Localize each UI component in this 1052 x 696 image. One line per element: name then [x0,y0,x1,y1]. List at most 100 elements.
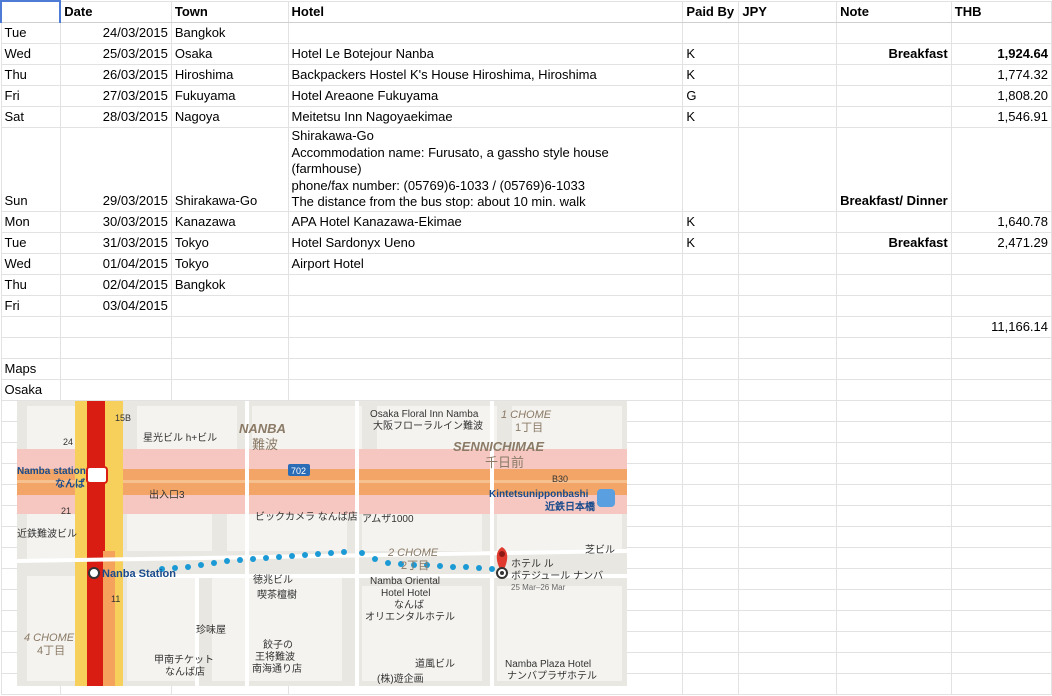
header-note[interactable]: Note [836,0,952,23]
empty-cell[interactable] [682,315,740,338]
empty-cell[interactable] [682,567,740,590]
paid-by-cell[interactable] [682,22,740,44]
empty-cell[interactable] [682,504,740,527]
hotel-cell[interactable]: APA Hotel Kanazawa-Ekimae [287,210,684,233]
town-cell[interactable]: Bangkok [170,273,289,296]
empty-cell[interactable] [950,609,1052,632]
town-cell[interactable]: Kanazawa [170,210,289,233]
header-hotel[interactable]: Hotel [287,0,684,23]
empty-cell[interactable] [59,336,172,359]
empty-cell[interactable] [738,483,838,506]
day-cell[interactable]: Mon [0,210,61,233]
empty-cell[interactable] [836,336,952,359]
paid-by-cell[interactable]: K [682,106,740,128]
note-cell[interactable] [836,106,952,128]
empty-cell[interactable] [170,315,289,338]
hotel-cell[interactable]: Airport Hotel [287,252,684,275]
empty-cell[interactable] [950,483,1052,506]
empty-cell[interactable] [950,588,1052,611]
osaka-map-image[interactable]: Osaka Floral Inn Namba 大阪フローラルイン難波 1 CHO… [17,401,627,686]
thb-cell[interactable] [950,273,1052,296]
town-cell[interactable]: Osaka [170,43,289,65]
day-cell[interactable]: Wed [0,43,61,65]
town-cell[interactable]: Hiroshima [170,64,289,86]
empty-cell[interactable] [738,399,838,422]
date-cell[interactable]: 31/03/2015 [59,231,172,254]
note-cell[interactable] [836,85,952,107]
empty-cell[interactable] [836,420,952,443]
day-cell[interactable]: Sun [0,127,61,212]
osaka-label-cell[interactable]: Osaka [0,378,61,401]
note-cell[interactable] [836,273,952,296]
jpy-cell[interactable] [738,22,838,44]
empty-cell[interactable] [950,399,1052,422]
empty-cell[interactable] [682,630,740,653]
empty-cell[interactable] [682,378,740,401]
date-cell[interactable]: 24/03/2015 [59,22,172,44]
thb-cell[interactable]: 1,924.64 [950,43,1052,65]
empty-cell[interactable] [836,567,952,590]
selected-cell[interactable] [0,0,62,23]
empty-cell[interactable] [170,378,289,401]
empty-cell[interactable] [836,588,952,611]
town-cell[interactable]: Nagoya [170,106,289,128]
jpy-cell[interactable] [738,106,838,128]
header-paid-by[interactable]: Paid By [682,0,740,23]
day-cell[interactable]: Thu [0,64,61,86]
day-cell[interactable]: Wed [0,252,61,275]
day-cell[interactable]: Tue [0,22,61,44]
paid-by-cell[interactable]: K [682,43,740,65]
empty-cell[interactable] [738,441,838,464]
note-cell[interactable]: Breakfast [836,43,952,65]
empty-cell[interactable] [738,567,838,590]
empty-cell[interactable] [836,504,952,527]
empty-cell[interactable] [738,630,838,653]
empty-cell[interactable] [738,336,838,359]
empty-cell[interactable] [738,588,838,611]
maps-label-cell[interactable]: Maps [0,357,61,380]
jpy-cell[interactable] [738,43,838,65]
date-cell[interactable]: 01/04/2015 [59,252,172,275]
header-thb[interactable]: THB [950,0,1052,23]
total-thb-cell[interactable]: 11,166.14 [950,315,1052,338]
paid-by-cell[interactable] [682,252,740,275]
empty-cell[interactable] [836,378,952,401]
empty-cell[interactable] [738,504,838,527]
empty-cell[interactable] [682,420,740,443]
paid-by-cell[interactable]: G [682,85,740,107]
note-cell[interactable] [836,64,952,86]
empty-cell[interactable] [287,336,684,359]
empty-cell[interactable] [950,441,1052,464]
empty-cell[interactable] [950,420,1052,443]
empty-cell[interactable] [738,315,838,338]
empty-cell[interactable] [836,546,952,569]
thb-cell[interactable] [950,252,1052,275]
empty-cell[interactable] [287,378,684,401]
empty-cell[interactable] [836,315,952,338]
empty-cell[interactable] [738,672,838,695]
empty-cell[interactable] [170,357,289,380]
empty-cell[interactable] [287,315,684,338]
jpy-cell[interactable] [738,210,838,233]
empty-cell[interactable] [836,651,952,674]
empty-cell[interactable] [950,672,1052,695]
empty-cell[interactable] [950,462,1052,485]
header-jpy[interactable]: JPY [738,0,838,23]
hotel-cell[interactable] [287,273,684,296]
day-cell[interactable]: Fri [0,85,61,107]
paid-by-cell[interactable] [682,273,740,296]
town-cell[interactable]: Shirakawa-Go [170,127,289,212]
note-cell[interactable]: Breakfast [836,231,952,254]
hotel-cell[interactable]: Hotel Areaone Fukuyama [287,85,684,107]
town-cell[interactable]: Bangkok [170,22,289,44]
empty-cell[interactable] [836,483,952,506]
empty-cell[interactable] [682,546,740,569]
thb-cell[interactable] [950,127,1052,212]
town-cell[interactable]: Tokyo [170,252,289,275]
empty-cell[interactable] [950,378,1052,401]
empty-cell[interactable] [682,672,740,695]
jpy-cell[interactable] [738,85,838,107]
empty-cell[interactable] [738,651,838,674]
empty-cell[interactable] [682,462,740,485]
thb-cell[interactable]: 1,808.20 [950,85,1052,107]
